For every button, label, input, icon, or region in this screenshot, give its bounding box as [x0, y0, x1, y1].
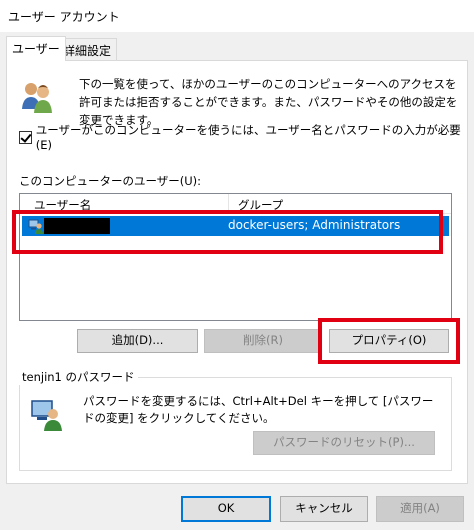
- tab-advanced-label: 詳細設定: [63, 44, 112, 58]
- require-login-checkbox[interactable]: [19, 130, 32, 144]
- remove-user-button[interactable]: 削除(R): [204, 329, 322, 353]
- apply-button[interactable]: 適用(A): [376, 496, 464, 522]
- require-login-row[interactable]: ユーザーがこのコンピューターを使うには、ユーザー名とパスワードの入力が必要(E): [19, 123, 467, 152]
- password-group-title: tenjin1 のパスワード: [19, 369, 138, 385]
- users-tab-panel: 下の一覧を使って、ほかのユーザーのこのコンピューターへのアクセスを許可または拒否…: [6, 60, 468, 484]
- require-login-label: ユーザーがこのコンピューターを使うには、ユーザー名とパスワードの入力が必要(E): [35, 123, 461, 152]
- users-list-header: ユーザー名 グループ: [20, 194, 451, 214]
- cancel-button[interactable]: キャンセル: [280, 496, 368, 522]
- users-listview[interactable]: ユーザー名 グループ docker-users; Administrators: [19, 193, 452, 321]
- ok-button[interactable]: OK: [181, 496, 271, 522]
- column-separator[interactable]: [228, 194, 229, 214]
- intro-description: 下の一覧を使って、ほかのユーザーのこのコンピューターへのアクセスを許可または拒否…: [79, 77, 458, 127]
- tab-users[interactable]: ユーザー: [6, 36, 66, 61]
- user-accounts-window: ユーザー アカウント ユーザー 詳細設定 下の一覧を使って、ほかのユーザーのこの…: [0, 0, 474, 530]
- tab-advanced[interactable]: 詳細設定: [57, 38, 118, 60]
- user-icon: [28, 219, 43, 234]
- password-user-icon: [31, 400, 62, 431]
- column-header-username[interactable]: ユーザー名: [34, 197, 91, 213]
- window-title: ユーザー アカウント: [8, 10, 120, 24]
- add-user-button[interactable]: 追加(D)...: [77, 329, 198, 353]
- tab-users-label: ユーザー: [12, 42, 60, 56]
- users-list-label: このコンピューターのユーザー(U):: [19, 174, 202, 188]
- reset-password-button[interactable]: パスワードのリセット(P)...: [253, 431, 435, 455]
- properties-button[interactable]: プロパティ(O): [329, 329, 449, 353]
- users-icon: [22, 83, 52, 113]
- title-bar: ユーザー アカウント: [0, 0, 474, 32]
- column-header-group[interactable]: グループ: [238, 197, 283, 213]
- user-row[interactable]: docker-users; Administrators: [22, 216, 449, 236]
- user-group-cell: docker-users; Administrators: [228, 218, 401, 232]
- redacted-username: [44, 218, 110, 234]
- password-instructions: パスワードを変更するには、Ctrl+Alt+Del キーを押して [パスワードの…: [83, 394, 434, 425]
